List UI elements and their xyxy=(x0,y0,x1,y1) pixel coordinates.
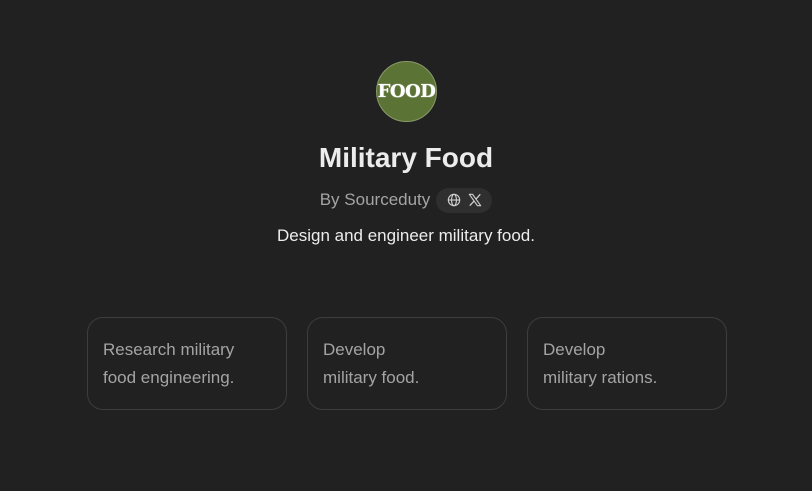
byline-row: By Sourceduty xyxy=(0,187,812,213)
gpt-description: Design and engineer military food. xyxy=(277,226,535,245)
gpt-title: Military Food xyxy=(318,142,494,173)
gpt-logo-text: FOOD xyxy=(377,81,436,102)
starter-card-develop-rations[interactable]: Develop military rations. xyxy=(527,317,727,410)
x-logo-icon[interactable] xyxy=(467,193,482,208)
gpt-intro-page: FOOD Military Food By Sourceduty Design xyxy=(0,0,812,491)
starter-card-develop-food[interactable]: Develop military food. xyxy=(307,317,507,410)
author-byline: By Sourceduty xyxy=(319,190,431,209)
globe-icon[interactable] xyxy=(446,193,461,208)
starter-card-research[interactable]: Research military food engineering. xyxy=(87,317,287,410)
gpt-logo: FOOD xyxy=(376,61,437,122)
social-links xyxy=(436,187,493,213)
